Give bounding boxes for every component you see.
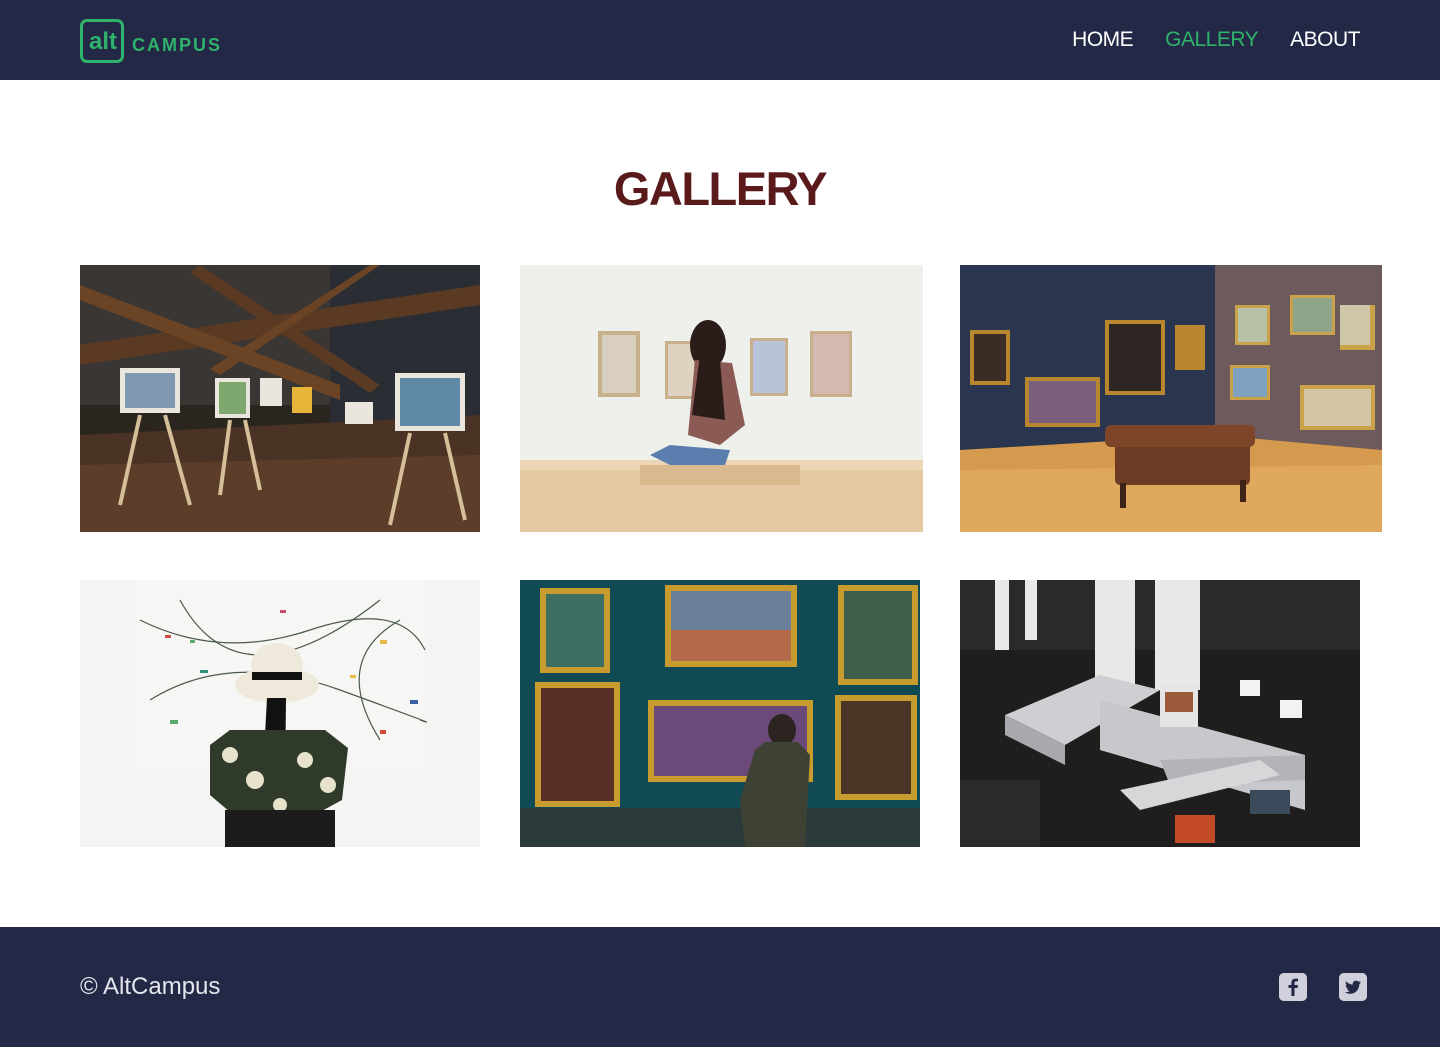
site-footer: © AltCampus: [0, 927, 1440, 1047]
main-nav: HOME GALLERY ABOUT: [1072, 27, 1360, 53]
logo-campus-text: CAMPUS: [132, 35, 223, 55]
gallery-image-woman-sitting[interactable]: [520, 265, 923, 532]
gallery-image-easels[interactable]: [80, 265, 480, 532]
altcampus-logo[interactable]: alt CAMPUS: [80, 15, 222, 63]
nav-gallery-link[interactable]: GALLERY: [1165, 27, 1259, 53]
gallery-image-exhibition-hall[interactable]: [960, 580, 1360, 847]
gallery-image-man-viewing-paintings[interactable]: [520, 580, 920, 847]
page-title: GALLERY: [613, 162, 828, 215]
site-header: alt CAMPUS HOME GALLERY ABOUT: [0, 0, 1440, 80]
facebook-icon[interactable]: [1279, 973, 1307, 1001]
gallery-image-museum-room[interactable]: [960, 265, 1382, 532]
logo-frame: alt: [80, 19, 124, 63]
nav-home-link[interactable]: HOME: [1072, 27, 1134, 53]
logo-alt-text: alt: [89, 28, 118, 55]
copyright-text: © AltCampus: [80, 973, 221, 1000]
gallery-image-woman-with-hat[interactable]: [80, 580, 480, 847]
nav-about-link[interactable]: ABOUT: [1290, 27, 1360, 53]
twitter-icon[interactable]: [1339, 973, 1367, 1001]
